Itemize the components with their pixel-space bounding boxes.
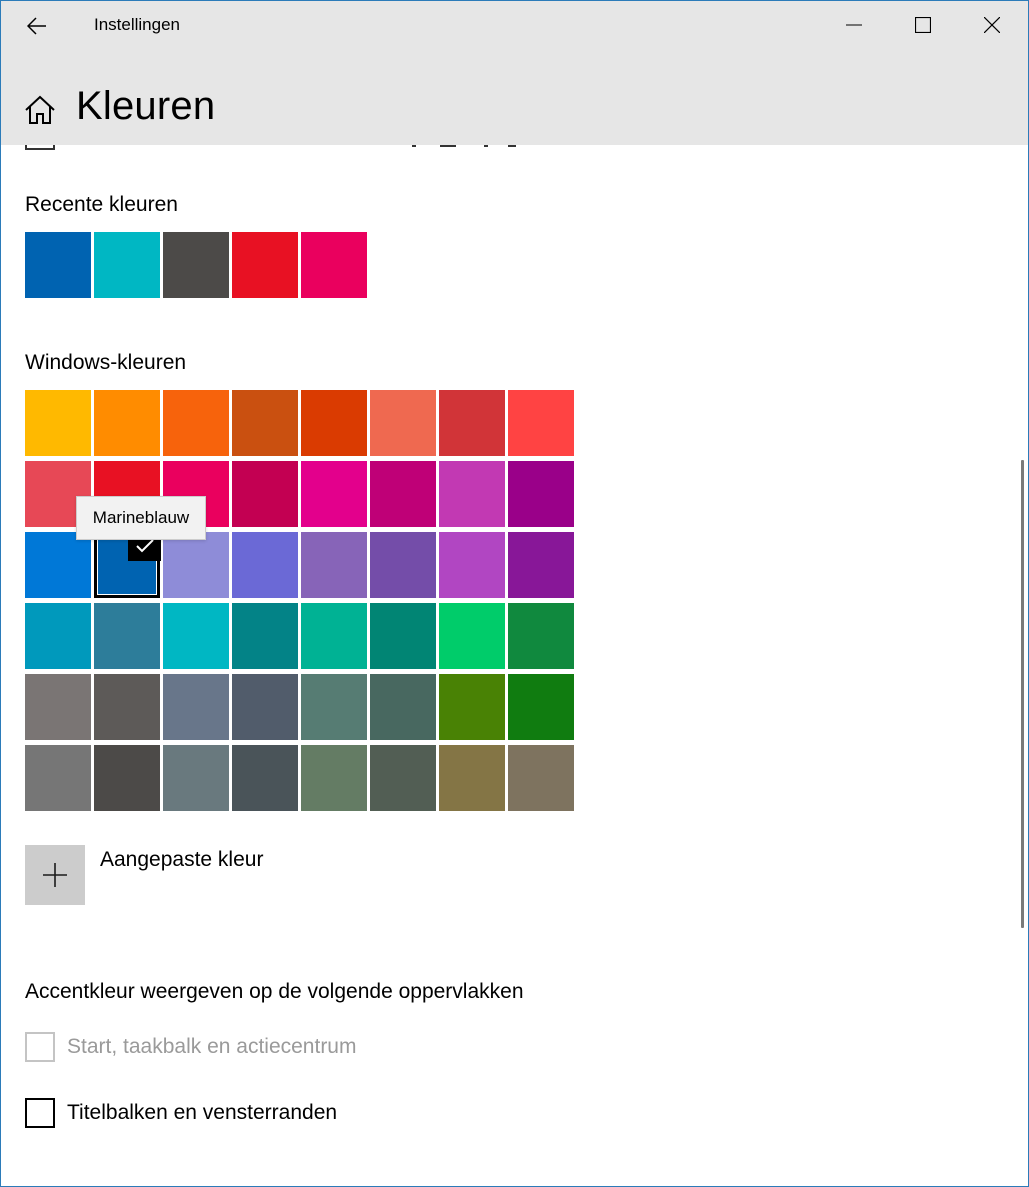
- recent-color-swatch[interactable]: [94, 232, 160, 298]
- windows-color-swatch[interactable]: [232, 674, 298, 740]
- windows-color-swatch[interactable]: [301, 603, 367, 669]
- windows-color-swatch[interactable]: [508, 603, 574, 669]
- close-icon: [984, 17, 1000, 33]
- windows-color-swatch[interactable]: [370, 674, 436, 740]
- header: Instellingen Kleuren: [0, 0, 1029, 145]
- windows-color-swatch[interactable]: [439, 674, 505, 740]
- minimize-button[interactable]: [820, 0, 888, 50]
- windows-color-swatch[interactable]: [25, 745, 91, 811]
- windows-color-swatch[interactable]: [508, 674, 574, 740]
- windows-color-swatch-selected[interactable]: [94, 531, 161, 598]
- windows-color-swatch[interactable]: [232, 390, 298, 456]
- windows-color-swatch[interactable]: [301, 532, 367, 598]
- windows-color-swatch[interactable]: [94, 745, 160, 811]
- home-icon[interactable]: [24, 94, 56, 126]
- windows-color-swatch[interactable]: [94, 390, 160, 456]
- option-titlebars[interactable]: Titelbalken en vensterranden: [25, 1098, 337, 1128]
- windows-color-swatch[interactable]: [163, 674, 229, 740]
- recent-color-swatch[interactable]: [232, 232, 298, 298]
- windows-color-swatch[interactable]: [94, 674, 160, 740]
- surfaces-heading: Accentkleur weergeven op de volgende opp…: [25, 980, 524, 1003]
- app-title: Instellingen: [94, 15, 181, 34]
- recent-color-swatch[interactable]: [25, 232, 91, 298]
- plus-icon: [43, 863, 67, 887]
- back-arrow-icon: [27, 17, 46, 35]
- start-taskbar-label: Start, taakbalk en actiecentrum: [67, 1035, 357, 1058]
- windows-color-swatch[interactable]: [508, 461, 574, 527]
- windows-color-swatch[interactable]: [301, 745, 367, 811]
- back-button[interactable]: [14, 6, 60, 46]
- windows-color-swatch[interactable]: [232, 532, 298, 598]
- windows-color-swatch[interactable]: [439, 532, 505, 598]
- windows-color-swatch[interactable]: [25, 674, 91, 740]
- windows-color-swatch[interactable]: [439, 390, 505, 456]
- recent-colors-label: Recente kleuren: [25, 193, 178, 216]
- windows-color-swatch[interactable]: [163, 532, 229, 598]
- windows-color-swatch[interactable]: [370, 745, 436, 811]
- windows-color-swatch[interactable]: [301, 674, 367, 740]
- option-start-taskbar[interactable]: Start, taakbalk en actiecentrum: [25, 1032, 356, 1062]
- windows-color-swatch[interactable]: [439, 461, 505, 527]
- windows-color-swatch[interactable]: [301, 390, 367, 456]
- minimize-icon: [846, 24, 862, 26]
- windows-color-swatch[interactable]: [508, 745, 574, 811]
- windows-color-swatch[interactable]: [370, 461, 436, 527]
- windows-color-swatch[interactable]: [370, 532, 436, 598]
- recent-color-swatch[interactable]: [163, 232, 229, 298]
- windows-color-swatch[interactable]: [232, 461, 298, 527]
- windows-color-swatch[interactable]: [25, 390, 91, 456]
- titlebars-checkbox[interactable]: [25, 1098, 55, 1128]
- windows-color-swatch[interactable]: [370, 603, 436, 669]
- windows-color-swatch[interactable]: [163, 603, 229, 669]
- custom-color-label[interactable]: Aangepaste kleur: [100, 848, 263, 872]
- maximize-icon: [915, 17, 931, 33]
- custom-color-button[interactable]: [25, 845, 85, 905]
- start-taskbar-checkbox[interactable]: [25, 1032, 55, 1062]
- windows-color-swatch[interactable]: [163, 390, 229, 456]
- color-tooltip: Marineblauw: [76, 496, 206, 540]
- windows-color-swatch[interactable]: [25, 603, 91, 669]
- windows-color-swatch[interactable]: [439, 745, 505, 811]
- windows-color-swatch[interactable]: [163, 745, 229, 811]
- windows-color-swatch[interactable]: [370, 390, 436, 456]
- windows-color-swatch[interactable]: [94, 603, 160, 669]
- windows-color-swatch[interactable]: [301, 461, 367, 527]
- windows-color-swatch[interactable]: [439, 603, 505, 669]
- windows-colors-label: Windows-kleuren: [25, 351, 187, 374]
- page-title: Kleuren: [76, 84, 216, 128]
- windows-color-swatch[interactable]: [232, 745, 298, 811]
- close-button[interactable]: [958, 0, 1026, 50]
- windows-color-swatch[interactable]: [508, 532, 574, 598]
- maximize-button[interactable]: [889, 0, 957, 50]
- titlebars-label: Titelbalken en vensterranden: [67, 1101, 338, 1124]
- windows-color-swatch[interactable]: [25, 532, 91, 598]
- recent-color-swatch[interactable]: [301, 232, 367, 298]
- windows-color-swatch[interactable]: [232, 603, 298, 669]
- windows-color-swatch[interactable]: [508, 390, 574, 456]
- scrollbar-thumb[interactable]: [1021, 460, 1024, 928]
